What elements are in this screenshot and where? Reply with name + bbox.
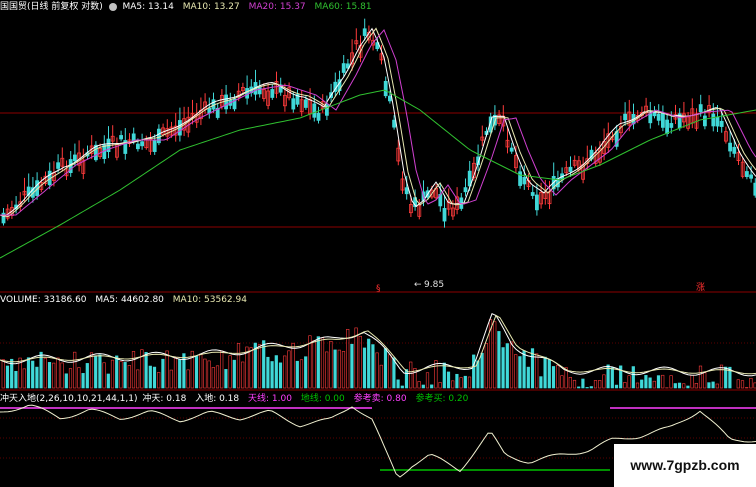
price-legend: 国国贸(日线 前复权 对数) MA5: 13.14 MA10: 13.27 MA…: [0, 1, 374, 13]
signal-marker-left: §: [376, 284, 381, 294]
indicator-panel[interactable]: [0, 0, 756, 487]
indicator-rudi: 入地: 0.18: [195, 394, 240, 404]
volume-ma10: MA10: 53562.94: [172, 295, 247, 305]
indicator-name: 冲天入地(2,26,10,10,21,44,1,1): [0, 394, 138, 404]
stock-chart-window: 国国贸(日线 前复权 对数) MA5: 13.14 MA10: 13.27 MA…: [0, 0, 756, 487]
indicator-sell: 参考卖: 0.80: [353, 394, 407, 404]
security-title: 国国贸(日线 前复权 对数): [0, 2, 103, 12]
legend-ma10: MA10: 13.27: [182, 2, 240, 12]
settings-circle-icon[interactable]: [108, 2, 117, 11]
watermark-label: www.7gpzb.com: [614, 444, 756, 487]
indicator-dixian: 地线: 0.00: [300, 394, 345, 404]
legend-ma20: MA20: 15.37: [248, 2, 306, 12]
volume-legend: VOLUME: 33186.60 MA5: 44602.80 MA10: 535…: [0, 294, 249, 306]
indicator-legend: 冲天入地(2,26,10,10,21,44,1,1) 冲天: 0.18 入地: …: [0, 393, 470, 405]
volume-value: VOLUME: 33186.60: [0, 295, 87, 305]
signal-marker-right: 涨: [696, 283, 706, 293]
volume-ma5: MA5: 44602.80: [95, 295, 164, 305]
legend-ma60: MA60: 15.81: [314, 2, 372, 12]
indicator-tianxian: 天线: 1.00: [248, 394, 292, 404]
low-price-label: 9.85: [424, 280, 445, 290]
legend-ma5: MA5: 13.14: [122, 2, 174, 12]
low-price-arrow-icon: ←: [414, 280, 422, 290]
indicator-buy: 参考买: 0.20: [415, 394, 469, 404]
indicator-chongtian: 冲天: 0.18: [142, 394, 187, 404]
